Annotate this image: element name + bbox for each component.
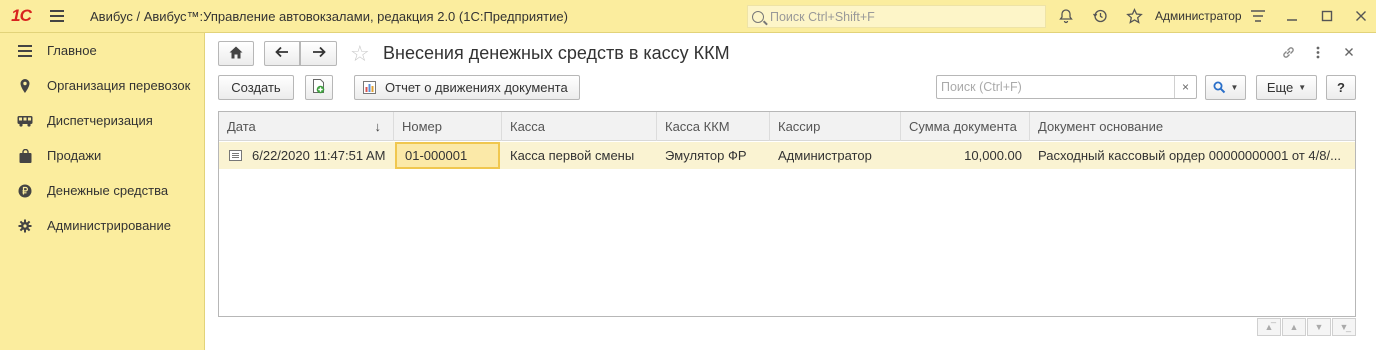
sidebar-item-label: Организация перевозок (47, 78, 191, 93)
form-close-icon[interactable] (1340, 43, 1358, 61)
search-icon (752, 10, 764, 23)
dropdown-arrow-icon: ▼ (1298, 83, 1307, 92)
cell-basis-document[interactable]: Расходный кассовый ордер 00000000001 от … (1030, 142, 1355, 169)
search-icon (1213, 81, 1226, 94)
scroll-to-top-icon[interactable]: ▲̅ (1257, 318, 1281, 336)
cell-kkm[interactable]: Эмулятор ФР (657, 142, 770, 169)
user-name[interactable]: Администратор (1155, 9, 1242, 23)
top-bar: 1С Авибус / Авибус™:Управление автовокза… (0, 0, 1376, 33)
sidebar: Главное Организация перевозок Диспетчери… (0, 33, 205, 350)
clear-search-icon[interactable]: × (1174, 76, 1196, 98)
form-area: ☆ Внесения денежных средств в кассу ККМ … (206, 33, 1376, 350)
scroll-to-bottom-icon[interactable]: ▼̲ (1332, 318, 1356, 336)
shopping-bag-icon (17, 148, 33, 164)
report-button-label: Отчет о движениях документа (385, 80, 568, 95)
more-actions-button[interactable]: Еще ▼ (1256, 75, 1317, 100)
bell-icon[interactable] (1056, 6, 1076, 26)
settings-lines-icon[interactable] (1248, 6, 1268, 26)
main-menu-icon[interactable] (42, 0, 72, 33)
sidebar-item-label: Денежные средства (47, 183, 169, 198)
create-button[interactable]: Создать (218, 75, 294, 100)
home-icon (229, 46, 243, 62)
ruble-coin-icon (17, 183, 33, 199)
maximize-icon[interactable] (1317, 6, 1337, 26)
scroll-down-icon[interactable]: ▼ (1307, 318, 1331, 336)
table-header: Дата ↓ Номер Касса Касса ККМ Кассир Сумм… (219, 112, 1355, 141)
forward-button[interactable] (300, 41, 337, 66)
sidebar-item-label: Продажи (47, 148, 102, 163)
list-search-input[interactable] (937, 76, 1167, 98)
column-header-basis-document[interactable]: Документ основание (1030, 112, 1355, 141)
menu-lines-icon (17, 43, 33, 59)
sidebar-item-main[interactable]: Главное (0, 33, 204, 68)
history-icon[interactable] (1090, 6, 1110, 26)
scroll-up-icon[interactable]: ▲ (1282, 318, 1306, 336)
documents-table: Дата ↓ Номер Касса Касса ККМ Кассир Сумм… (218, 111, 1356, 317)
sort-descending-icon: ↓ (374, 119, 382, 134)
close-icon[interactable] (1351, 6, 1371, 26)
table-navigation: ▲̅ ▲ ▼ ▼̲ (1257, 318, 1356, 336)
document-movements-report-button[interactable]: Отчет о движениях документа (354, 75, 580, 100)
column-header-date[interactable]: Дата ↓ (219, 112, 394, 141)
bus-icon (17, 113, 33, 129)
link-icon[interactable] (1279, 43, 1297, 61)
help-button[interactable]: ? (1326, 75, 1356, 100)
column-header-number[interactable]: Номер (394, 112, 502, 141)
dropdown-arrow-icon: ▼ (1230, 83, 1239, 92)
sidebar-item-transport-organization[interactable]: Организация перевозок (0, 68, 204, 103)
cell-number[interactable]: 01-000001 (395, 142, 500, 169)
sidebar-item-label: Главное (47, 43, 97, 58)
cell-cash-desk[interactable]: Касса первой смены (502, 142, 657, 169)
arrow-left-icon (275, 46, 289, 61)
table-row[interactable]: 6/22/2020 11:47:51 AM 01-000001 Касса пе… (219, 142, 1355, 169)
column-header-cashier[interactable]: Кассир (770, 112, 901, 141)
more-vertical-icon[interactable] (1309, 43, 1327, 61)
gear-icon (17, 218, 33, 234)
add-to-favorites-star-icon[interactable]: ☆ (350, 41, 370, 67)
cell-cashier[interactable]: Администратор (770, 142, 901, 169)
column-header-cash-desk[interactable]: Касса (502, 112, 657, 141)
page-title: Внесения денежных средств в кассу ККМ (383, 43, 730, 63)
document-icon (229, 150, 242, 161)
column-header-kkm[interactable]: Касса ККМ (657, 112, 770, 141)
search-options-button[interactable]: ▼ (1205, 75, 1246, 100)
map-pin-icon (17, 78, 33, 94)
favorites-star-icon[interactable] (1124, 6, 1144, 26)
back-button[interactable] (264, 41, 300, 66)
home-button[interactable] (218, 41, 254, 66)
create-copy-button[interactable] (305, 75, 333, 100)
app-title: Авибус / Авибус™:Управление автовокзалам… (90, 8, 568, 24)
column-header-amount[interactable]: Сумма документа (901, 112, 1030, 141)
1c-logo-icon[interactable]: 1С (0, 0, 42, 33)
sidebar-item-label: Диспетчеризация (47, 113, 153, 128)
minimize-icon[interactable] (1282, 6, 1302, 26)
cell-date[interactable]: 6/22/2020 11:47:51 AM (219, 142, 394, 169)
cell-amount[interactable]: 10,000.00 (901, 142, 1030, 169)
global-search-placeholder: Поиск Ctrl+Shift+F (770, 9, 875, 24)
global-search-input[interactable]: Поиск Ctrl+Shift+F (747, 5, 1046, 28)
arrow-right-icon (312, 46, 326, 61)
sidebar-item-cash[interactable]: Денежные средства (0, 173, 204, 208)
sidebar-item-label: Администрирование (47, 218, 171, 233)
list-search-field[interactable]: × (936, 75, 1197, 99)
add-document-icon (312, 78, 326, 97)
report-chart-icon (363, 81, 376, 94)
sidebar-item-administration[interactable]: Администрирование (0, 208, 204, 243)
sidebar-item-sales[interactable]: Продажи (0, 138, 204, 173)
sidebar-item-dispatching[interactable]: Диспетчеризация (0, 103, 204, 138)
more-actions-label: Еще (1266, 80, 1294, 95)
